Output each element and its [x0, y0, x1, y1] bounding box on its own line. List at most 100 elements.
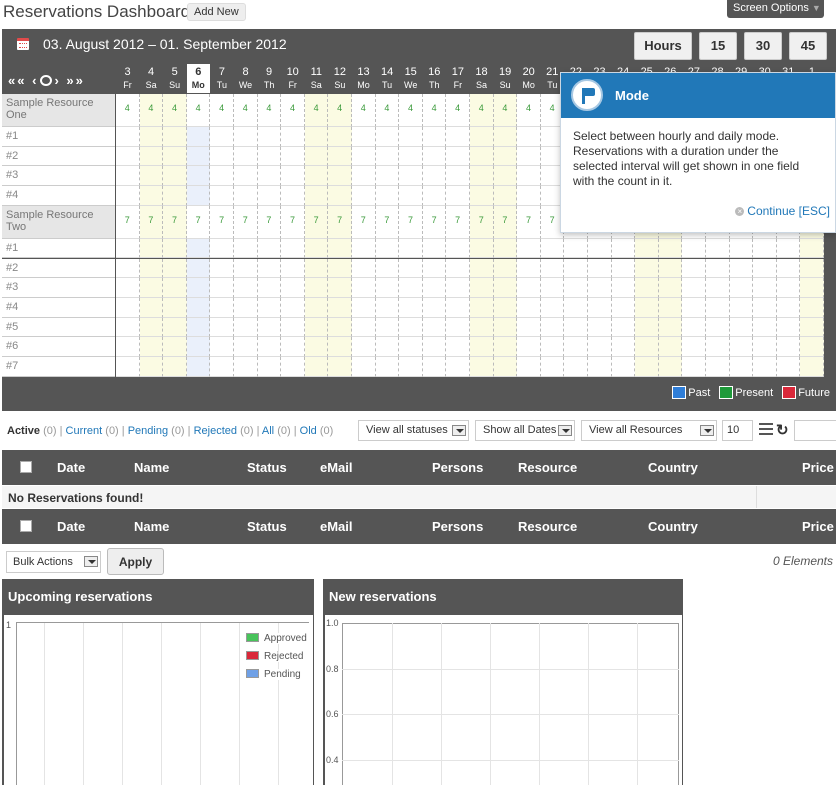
calendar-cell[interactable]: [234, 357, 258, 377]
continue-label[interactable]: Continue [ESC]: [747, 204, 830, 218]
resource-count-cell[interactable]: 4: [234, 94, 258, 127]
calendar-cell[interactable]: [304, 357, 329, 377]
calendar-cell[interactable]: [588, 238, 612, 259]
bulk-actions-select[interactable]: Bulk Actions: [6, 551, 101, 573]
calendar-cell[interactable]: [564, 357, 588, 377]
resource-count-cell[interactable]: 4: [470, 94, 494, 127]
select-all-checkbox[interactable]: [20, 461, 32, 473]
calendar-cell[interactable]: [422, 186, 447, 206]
calendar-cell[interactable]: [352, 297, 376, 318]
calendar-cell[interactable]: [729, 297, 754, 318]
calendar-cell[interactable]: [257, 146, 282, 167]
calendar-cell[interactable]: [304, 166, 329, 187]
day-header[interactable]: 11 Sa: [305, 64, 328, 93]
calendar-cell[interactable]: [682, 297, 706, 318]
calendar-cell[interactable]: [352, 127, 376, 147]
calendar-cell[interactable]: [800, 258, 824, 279]
resource-count-cell[interactable]: 7: [210, 205, 234, 239]
calendar-cell[interactable]: [658, 258, 683, 279]
calendar-cell[interactable]: [729, 258, 754, 279]
add-new-button[interactable]: Add New: [187, 3, 246, 21]
resource-count-cell[interactable]: 7: [281, 205, 305, 239]
resource-count-cell[interactable]: 7: [116, 205, 140, 239]
calendar-cell[interactable]: [493, 186, 518, 206]
calendar-cell[interactable]: [399, 357, 423, 377]
resource-count-cell[interactable]: 7: [517, 205, 541, 239]
calendar-cell[interactable]: [635, 278, 659, 298]
calendar-cell[interactable]: [375, 258, 400, 279]
calendar-cell[interactable]: [422, 357, 447, 377]
resource-count-cell[interactable]: 7: [422, 205, 447, 239]
calendar-cell[interactable]: [517, 146, 541, 167]
calendar-cell[interactable]: [517, 317, 541, 338]
calendar-cell[interactable]: [635, 337, 659, 357]
calendar-cell[interactable]: [304, 146, 329, 167]
calendar-cell[interactable]: [470, 357, 494, 377]
calendar-cell[interactable]: [658, 337, 683, 357]
column-header[interactable]: Date: [57, 460, 85, 475]
calendar-cell[interactable]: [210, 337, 234, 357]
calendar-cell[interactable]: [281, 297, 305, 318]
calendar-cell[interactable]: [399, 278, 423, 298]
resource-count-cell[interactable]: 4: [399, 94, 423, 127]
calendar-cell[interactable]: [375, 278, 400, 298]
calendar-cell[interactable]: [116, 146, 140, 167]
calendar-cell[interactable]: [776, 297, 801, 318]
resource-count-cell[interactable]: 7: [304, 205, 329, 239]
calendar-cell[interactable]: [304, 186, 329, 206]
calendar-cell[interactable]: [210, 297, 234, 318]
calendar-cell[interactable]: [304, 297, 329, 318]
calendar-cell[interactable]: [186, 146, 211, 167]
calendar-cell[interactable]: [517, 258, 541, 279]
resource-count-cell[interactable]: 4: [163, 94, 187, 127]
calendar-cell[interactable]: [588, 337, 612, 357]
calendar-cell[interactable]: [352, 317, 376, 338]
calendar-cell[interactable]: [234, 186, 258, 206]
calendar-cell[interactable]: [186, 166, 211, 187]
calendar-cell[interactable]: [186, 186, 211, 206]
calendar-cell[interactable]: [540, 317, 565, 338]
calendar-cell[interactable]: [163, 146, 187, 167]
calendar-cell[interactable]: [446, 357, 470, 377]
calendar-cell[interactable]: [564, 258, 588, 279]
calendar-cell[interactable]: [186, 337, 211, 357]
calendar-cell[interactable]: [564, 238, 588, 259]
calendar-cell[interactable]: [588, 297, 612, 318]
calendar-cell[interactable]: [304, 258, 329, 279]
resource-count-cell[interactable]: 4: [422, 94, 447, 127]
calendar-cell[interactable]: [422, 127, 447, 147]
calendar-cell[interactable]: [210, 278, 234, 298]
calendar-cell[interactable]: [116, 337, 140, 357]
calendar-cell[interactable]: [682, 337, 706, 357]
calendar-cell[interactable]: [352, 166, 376, 187]
resource-count-cell[interactable]: 4: [139, 94, 164, 127]
calendar-cell[interactable]: [470, 297, 494, 318]
calendar-cell[interactable]: [470, 278, 494, 298]
calendar-cell[interactable]: [186, 278, 211, 298]
calendar-cell[interactable]: [399, 258, 423, 279]
calendar-cell[interactable]: [304, 127, 329, 147]
calendar-cell[interactable]: [210, 258, 234, 279]
resource-filter-select[interactable]: View all Resources: [581, 420, 717, 441]
column-header[interactable]: eMail: [320, 519, 353, 534]
calendar-cell[interactable]: [328, 357, 352, 377]
calendar-cell[interactable]: [658, 357, 683, 377]
calendar-cell[interactable]: [234, 238, 258, 259]
calendar-cell[interactable]: [304, 317, 329, 338]
mode-15-button[interactable]: 15: [699, 32, 737, 60]
calendar-cell[interactable]: [422, 166, 447, 187]
calendar-cell[interactable]: [375, 186, 400, 206]
calendar-cell[interactable]: [257, 337, 282, 357]
calendar-cell[interactable]: [493, 337, 518, 357]
calendar-cell[interactable]: [588, 357, 612, 377]
calendar-cell[interactable]: [234, 258, 258, 279]
calendar-cell[interactable]: [729, 278, 754, 298]
calendar-cell[interactable]: [281, 146, 305, 167]
calendar-cell[interactable]: [753, 337, 777, 357]
calendar-cell[interactable]: [470, 146, 494, 167]
day-header[interactable]: 10 Fr: [281, 64, 304, 93]
calendar-cell[interactable]: [352, 258, 376, 279]
calendar-cell[interactable]: [588, 278, 612, 298]
calendar-cell[interactable]: [186, 357, 211, 377]
calendar-cell[interactable]: [682, 357, 706, 377]
